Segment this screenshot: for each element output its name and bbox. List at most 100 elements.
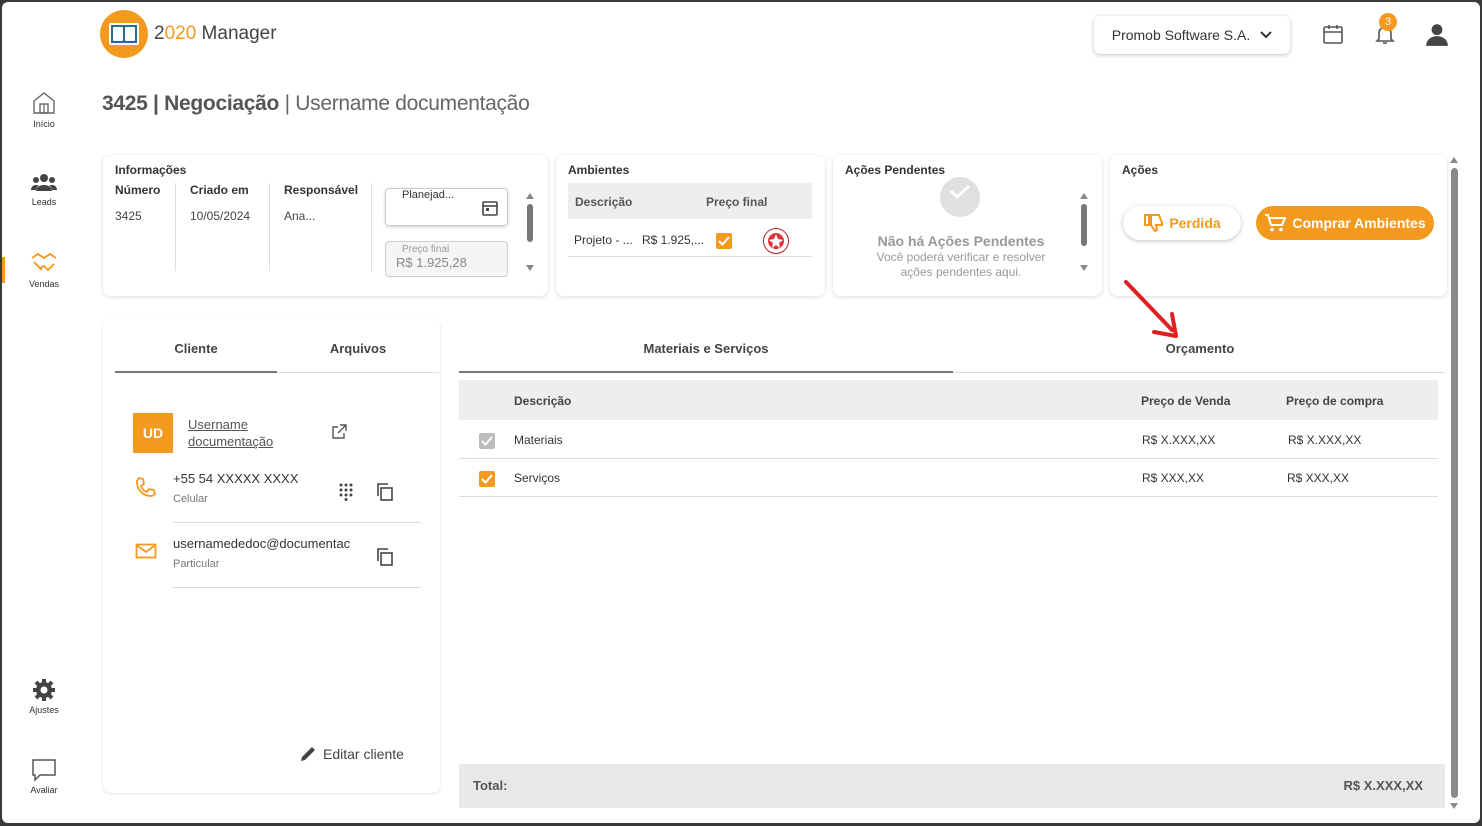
app-window: 2020 Manager Promob Software S.A. 3 Iníc… xyxy=(2,2,1480,823)
ambientes-table-header: Descrição Preço final xyxy=(568,183,812,219)
scroll-thumb[interactable] xyxy=(527,204,533,242)
sidebar-item-ajustes[interactable]: Ajustes xyxy=(2,678,86,715)
separator: | xyxy=(279,92,296,115)
ambientes-card: Ambientes Descrição Preço final Projeto … xyxy=(556,155,825,296)
company-selector[interactable]: Promob Software S.A. xyxy=(1094,16,1290,54)
scroll-down-icon[interactable] xyxy=(1450,803,1458,809)
tab-materiais-servicos[interactable]: Materiais e Serviços xyxy=(459,341,953,356)
preco-final-value: R$ 1.925,28 xyxy=(396,255,467,270)
calendar-icon[interactable] xyxy=(1319,20,1347,48)
sidebar-label: Vendas xyxy=(28,279,60,289)
comprar-label: Comprar Ambientes xyxy=(1292,215,1426,231)
check-icon xyxy=(481,436,493,446)
row-preco-compra: R$ X.XXX,XX xyxy=(1288,433,1362,447)
empty-title: Não há Ações Pendentes xyxy=(877,233,1045,249)
comprar-ambientes-button[interactable]: Comprar Ambientes xyxy=(1256,206,1434,240)
tab-active-underline xyxy=(459,371,953,373)
criado-label: Criado em xyxy=(190,183,249,197)
scroll-down-icon[interactable] xyxy=(1080,265,1088,271)
total-bar: Total: R$ X.XXX,XX xyxy=(459,764,1445,808)
perdida-button[interactable]: Perdida xyxy=(1123,206,1241,240)
logo-icon xyxy=(100,10,148,58)
handshake-icon xyxy=(31,252,57,272)
divider xyxy=(173,587,421,588)
pendentes-scrollbar[interactable] xyxy=(1079,193,1089,271)
col-preco-final: Preço final xyxy=(706,195,768,209)
client-phone-type: Celular xyxy=(173,493,208,505)
check-circle-icon xyxy=(940,177,980,217)
ambiente-checkbox[interactable] xyxy=(716,233,732,249)
numero-column: Número 3425 xyxy=(115,183,160,223)
table-row[interactable]: Projeto - ... R$ 1.925,... xyxy=(568,221,812,257)
divider xyxy=(269,183,270,271)
ambiente-desc: Projeto - ... xyxy=(574,233,633,247)
dialpad-icon[interactable] xyxy=(339,483,353,501)
total-label: Total: xyxy=(473,778,508,793)
sidebar-label: Leads xyxy=(31,197,57,207)
client-email-type: Particular xyxy=(173,558,220,570)
divider xyxy=(175,183,176,271)
scroll-up-icon[interactable] xyxy=(1450,157,1458,163)
col-descricao: Descrição xyxy=(575,195,633,209)
sidebar-item-inicio[interactable]: Início xyxy=(2,90,86,129)
phone-icon xyxy=(136,477,156,497)
check-icon xyxy=(481,474,493,484)
row-preco-venda: R$ X.XXX,XX xyxy=(1142,433,1216,447)
info-card: Informações Número 3425 Criado em 10/05/… xyxy=(103,155,548,296)
scroll-down-icon[interactable] xyxy=(526,265,534,271)
materials-table-header: Descrição Preço de Venda Preço de compra xyxy=(459,380,1438,420)
app-logo[interactable]: 2020 Manager xyxy=(100,10,277,58)
copy-icon[interactable] xyxy=(376,548,394,566)
status-select[interactable]: Planejad... xyxy=(385,188,508,226)
tab-arquivos[interactable]: Arquivos xyxy=(277,341,439,356)
sidebar-label: Avaliar xyxy=(30,785,58,795)
sidebar-item-leads[interactable]: Leads xyxy=(2,172,86,207)
main-scrollbar[interactable] xyxy=(1448,157,1460,809)
check-icon xyxy=(718,236,730,246)
preco-final-label: Preço final xyxy=(402,244,450,255)
edit-client-button[interactable]: Editar cliente xyxy=(299,745,404,763)
col-preco-compra: Preço de compra xyxy=(1286,394,1384,408)
scroll-thumb[interactable] xyxy=(1450,168,1458,798)
notification-badge: 3 xyxy=(1379,13,1397,31)
scroll-up-icon[interactable] xyxy=(526,193,534,199)
numero-label: Número xyxy=(115,183,161,197)
total-value: R$ X.XXX,XX xyxy=(1343,778,1423,793)
mail-icon xyxy=(135,543,157,559)
table-row[interactable]: Serviços R$ XXX,XX R$ XXX,XX xyxy=(459,459,1438,497)
tab-cliente[interactable]: Cliente xyxy=(115,341,277,356)
open-external-icon[interactable] xyxy=(331,424,347,440)
sidebar-item-vendas[interactable]: Vendas xyxy=(2,250,86,289)
thumbs-down-icon xyxy=(1144,214,1164,233)
col-descricao: Descrição xyxy=(514,394,572,408)
row-checkbox[interactable] xyxy=(479,471,495,487)
user-avatar-icon[interactable] xyxy=(1423,20,1451,48)
row-checkbox[interactable] xyxy=(479,433,495,449)
home-icon xyxy=(33,92,55,114)
ambiente-preco: R$ 1.925,... xyxy=(642,233,705,247)
promob-icon[interactable] xyxy=(763,228,789,254)
client-name-link[interactable]: Username documentação xyxy=(188,416,273,450)
ambientes-title: Ambientes xyxy=(568,163,630,177)
info-scrollbar[interactable] xyxy=(525,193,535,271)
acoes-pendentes-title: Ações Pendentes xyxy=(845,163,946,177)
preco-final-field[interactable]: Preço final R$ 1.925,28 xyxy=(385,241,508,277)
responsavel-value: Ana... xyxy=(284,209,316,223)
people-icon xyxy=(31,174,57,191)
perdida-label: Perdida xyxy=(1169,215,1221,231)
empty-line-2: ações pendentes aqui. xyxy=(900,265,1022,279)
gear-icon xyxy=(33,679,55,701)
chat-icon xyxy=(32,759,56,782)
avatar: UD xyxy=(133,413,173,453)
table-row[interactable]: Materiais R$ X.XXX,XX R$ X.XXX,XX xyxy=(459,421,1438,459)
row-preco-compra: R$ XXX,XX xyxy=(1287,471,1350,485)
tab-orcamento[interactable]: Orçamento xyxy=(953,341,1447,356)
empty-line-1: Você poderá verificar e resolver xyxy=(876,250,1046,264)
annotation-arrow-icon xyxy=(1124,280,1178,338)
calendar-icon[interactable] xyxy=(481,199,499,217)
copy-icon[interactable] xyxy=(376,483,394,501)
scroll-up-icon[interactable] xyxy=(1080,193,1088,199)
status-value: Planejad... xyxy=(402,189,454,201)
scroll-thumb[interactable] xyxy=(1081,204,1087,246)
sidebar-item-avaliar[interactable]: Avaliar xyxy=(2,758,86,795)
